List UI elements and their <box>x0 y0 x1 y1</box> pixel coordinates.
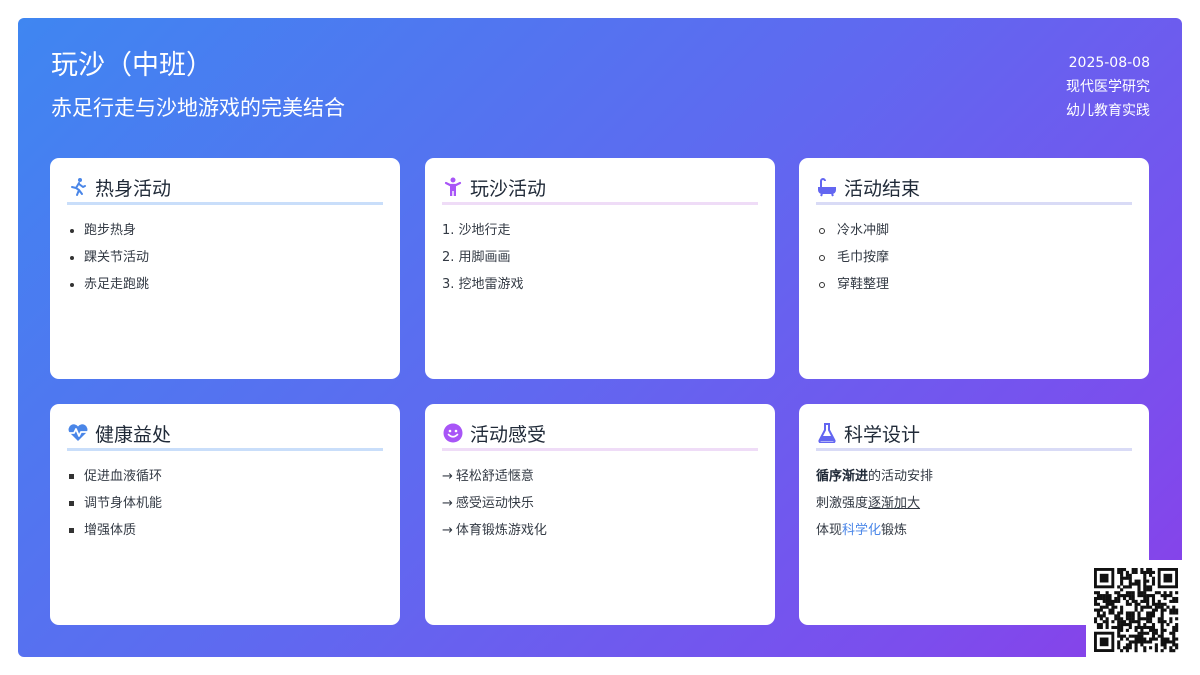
card-sandplay: 玩沙活动 1. 沙地行走 2. 用脚画画 3. 挖地雷游戏 <box>425 158 775 379</box>
bath-icon <box>816 176 838 198</box>
list-item: 循序渐进 的活动安排 <box>816 469 934 484</box>
flask-icon <box>816 422 838 444</box>
heart-pulse-icon <box>67 422 89 444</box>
page-title: 玩沙（中班） <box>51 50 213 81</box>
list-item: 踝关节活动 <box>67 244 383 271</box>
date-label: 2025-08-08 <box>1068 55 1150 71</box>
list-item: → 感受运动快乐 <box>442 496 534 511</box>
list-item: 体现 科学化 锻炼 <box>816 523 908 538</box>
card-title: 科学设计 <box>844 423 921 446</box>
list-item: 毛巾按摩 <box>816 244 1132 271</box>
running-icon <box>67 176 89 198</box>
card-title: 健康益处 <box>95 423 172 446</box>
card-title: 玩沙活动 <box>470 177 547 200</box>
card-feelings: 活动感受 → 轻松舒适惬意 → 感受运动快乐 → 体育锻炼游戏化 <box>425 404 775 625</box>
list-item: 促进血液循环 <box>67 463 383 490</box>
tag-label: 幼儿教育实践 <box>1066 103 1150 119</box>
list-item: 赤足走跑跳 <box>67 271 383 298</box>
child-icon <box>442 176 464 198</box>
card-header: 活动结束 <box>816 174 1132 205</box>
main-panel: 玩沙（中班） 赤足行走与沙地游戏的完美结合 2025-08-08 现代医学研究 … <box>18 18 1182 657</box>
card-title: 活动结束 <box>844 177 921 200</box>
smile-icon <box>442 422 464 444</box>
list-item: → 轻松舒适惬意 <box>442 469 534 484</box>
card-header: 活动感受 <box>442 420 758 451</box>
page-subtitle: 赤足行走与沙地游戏的完美结合 <box>51 96 345 120</box>
list-item: 刺激强度 逐渐加大 <box>816 496 921 511</box>
card-title: 活动感受 <box>470 423 547 446</box>
card-ending: 活动结束 冷水冲脚 毛巾按摩 穿鞋整理 <box>799 158 1149 379</box>
card-header: 热身活动 <box>67 174 383 205</box>
card-benefits: 健康益处 促进血液循环 调节身体机能 增强体质 <box>50 404 400 625</box>
list-item: 穿鞋整理 <box>816 271 1132 298</box>
card-title: 热身活动 <box>95 177 172 200</box>
list-item: 2. 用脚画画 <box>442 250 511 265</box>
list-item: 跑步热身 <box>67 217 383 244</box>
list-item: 1. 沙地行走 <box>442 223 511 238</box>
qr-code <box>1086 560 1186 660</box>
card-warmup: 热身活动 跑步热身 踝关节活动 赤足走跑跳 <box>50 158 400 379</box>
list-item: 3. 挖地雷游戏 <box>442 277 524 292</box>
card-header: 科学设计 <box>816 420 1132 451</box>
header-meta: 2025-08-08 现代医学研究 幼儿教育实践 <box>1066 51 1150 123</box>
card-header: 健康益处 <box>67 420 383 451</box>
list-item: 调节身体机能 <box>67 490 383 517</box>
card-header: 玩沙活动 <box>442 174 758 205</box>
list-item: 增强体质 <box>67 517 383 544</box>
list-item: → 体育锻炼游戏化 <box>442 523 547 538</box>
tag-label: 现代医学研究 <box>1066 79 1150 95</box>
list-item: 冷水冲脚 <box>816 217 1132 244</box>
